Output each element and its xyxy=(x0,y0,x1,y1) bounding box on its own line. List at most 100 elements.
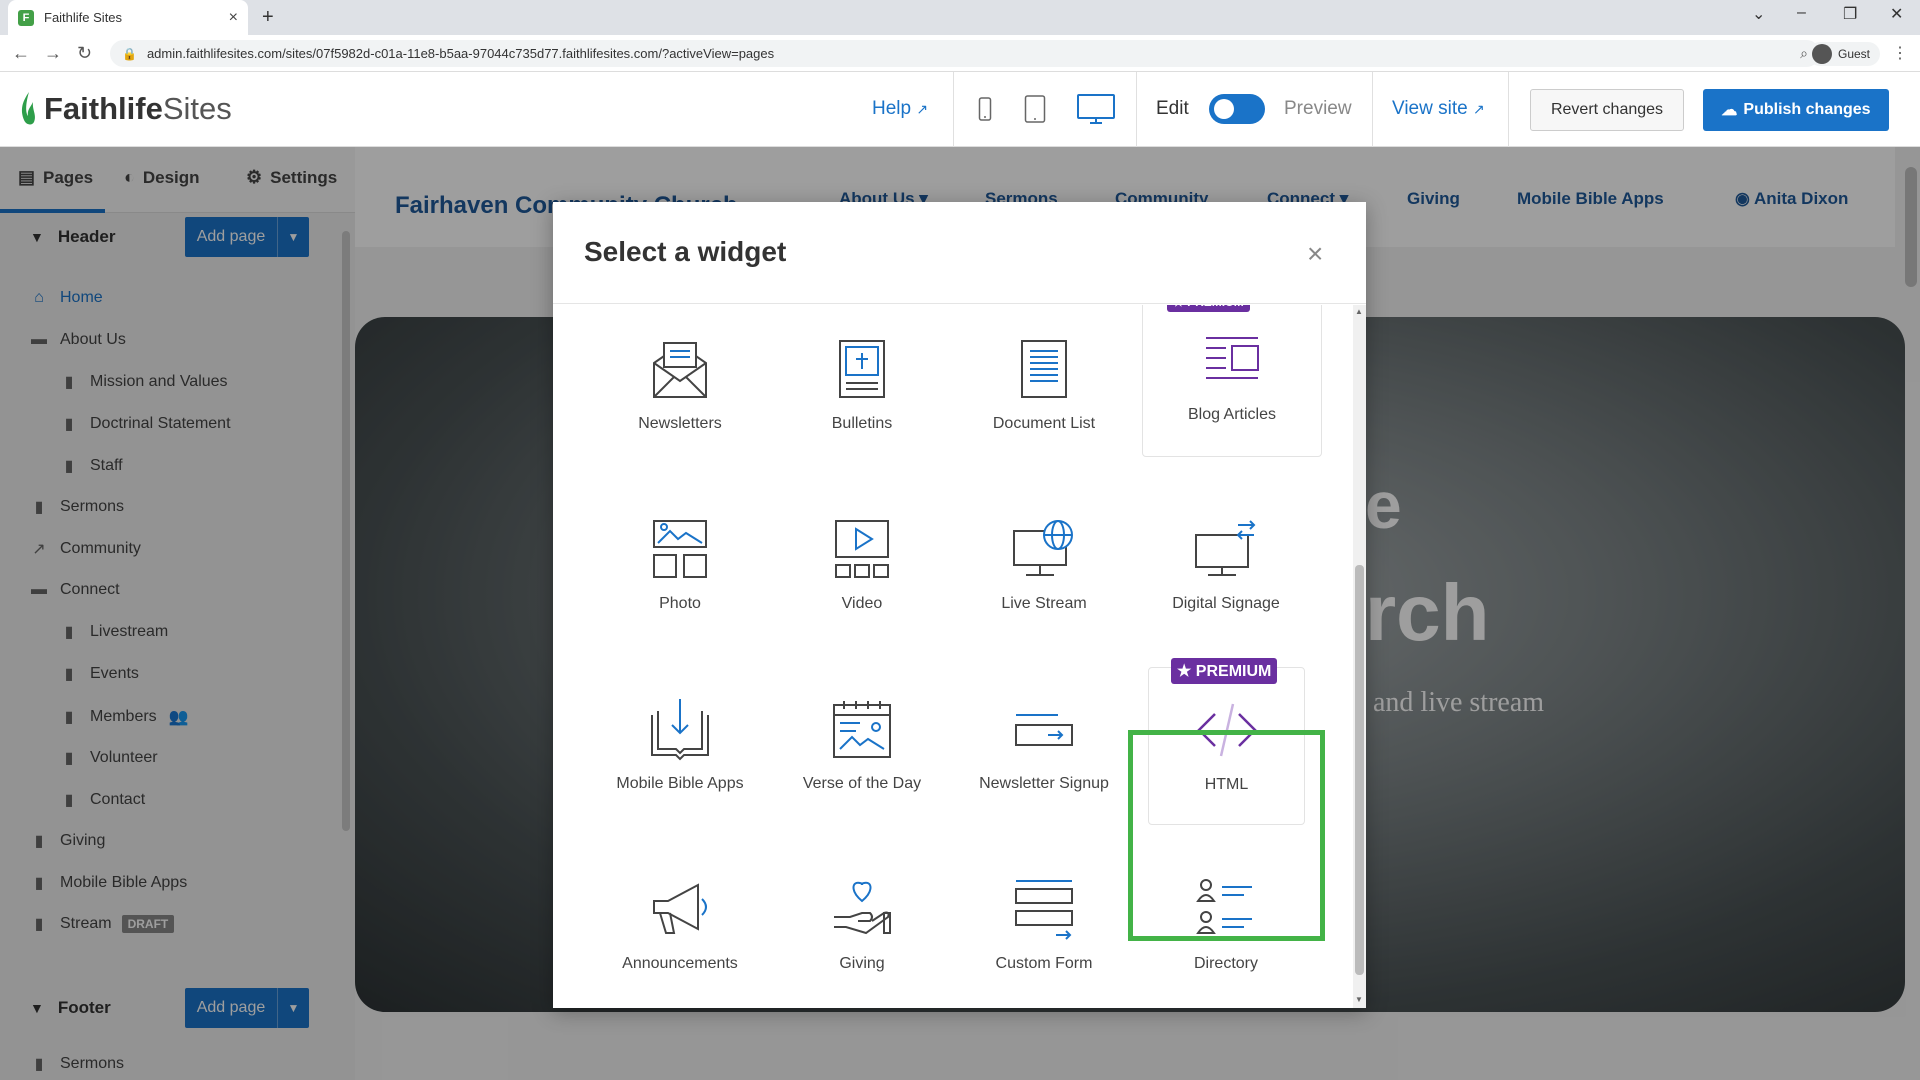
live-stream-icon xyxy=(1013,520,1073,576)
scroll-thumb[interactable] xyxy=(1355,565,1364,975)
widget-label: Directory xyxy=(1193,955,1258,972)
blog-icon xyxy=(1206,337,1259,379)
tab-close-icon[interactable]: × xyxy=(229,9,238,27)
divider xyxy=(1136,72,1137,147)
widget-custom-form[interactable]: Custom Form xyxy=(954,847,1134,997)
scroll-down-icon[interactable]: ▼ xyxy=(1355,995,1363,1004)
widget-photo[interactable]: Photo xyxy=(590,487,770,637)
widget-label: Digital Signage xyxy=(1172,595,1280,612)
address-bar: ← → ↻ 🔒 admin.faithlifesites.com/sites/0… xyxy=(0,35,1920,72)
view-site-label: View site xyxy=(1392,98,1468,119)
window-close-button[interactable]: ✕ xyxy=(1890,4,1903,24)
widget-newsletters[interactable]: Newsletters xyxy=(590,307,770,457)
widget-announcements[interactable]: Announcements xyxy=(590,847,770,997)
widget-label: Custom Form xyxy=(995,955,1093,972)
help-link[interactable]: Help ↗ xyxy=(872,98,928,120)
widget-label: Bulletins xyxy=(831,415,893,432)
widget-label: Photo xyxy=(659,595,701,612)
widget-giving[interactable]: Giving xyxy=(772,847,952,997)
widget-blog-articles[interactable]: ★ PREMIUM Blog Articles xyxy=(1142,305,1322,457)
faithlife-sites-logo[interactable]: Faithlife Sites xyxy=(18,90,232,128)
widget-label: Newsletters xyxy=(638,415,722,432)
url-text: admin.faithlifesites.com/sites/07f5982d-… xyxy=(146,46,775,61)
cloud-upload-icon: ☁ xyxy=(1721,102,1738,119)
bible-download-icon xyxy=(651,699,709,761)
toggle-knob xyxy=(1214,99,1234,119)
widget-label: Document List xyxy=(992,415,1096,432)
publish-label: Publish changes xyxy=(1743,101,1871,118)
view-site-link[interactable]: View site ↗ xyxy=(1392,98,1485,120)
browser-tab[interactable]: F Faithlife Sites × xyxy=(8,0,248,35)
forward-button[interactable]: → xyxy=(44,43,62,64)
divider xyxy=(1508,72,1509,147)
megaphone-icon xyxy=(653,883,707,934)
divider xyxy=(953,72,954,147)
reload-button[interactable]: ↻ xyxy=(77,43,92,64)
widget-document-list[interactable]: Document List xyxy=(954,307,1134,457)
bulletin-icon xyxy=(839,340,885,398)
select-widget-dialog: Select a widget × ★ PREMIUM Blog Article… xyxy=(553,202,1366,1008)
flame-logo-icon xyxy=(21,92,35,125)
minimize-button[interactable]: – xyxy=(1797,4,1806,22)
widget-video[interactable]: Video xyxy=(772,487,952,637)
help-label: Help xyxy=(872,98,912,119)
widget-label: Video xyxy=(841,595,883,612)
widget-verse-of-the-day[interactable]: Verse of the Day xyxy=(772,667,952,817)
edit-preview-toggle[interactable] xyxy=(1209,94,1265,124)
giving-icon xyxy=(834,881,891,935)
url-input[interactable]: 🔒 admin.faithlifesites.com/sites/07f5982… xyxy=(110,40,1820,67)
logo-text-light: Sites xyxy=(162,91,232,126)
faithlife-favicon-icon: F xyxy=(18,9,34,26)
dialog-title: Select a widget xyxy=(584,236,787,267)
widget-label: Newsletter Signup xyxy=(979,775,1109,792)
document-list-icon xyxy=(1021,340,1067,398)
video-icon xyxy=(835,520,889,578)
profile-label: Guest xyxy=(1838,47,1871,61)
scroll-up-icon[interactable]: ▲ xyxy=(1355,307,1363,316)
app-header: Faithlife Sites Help ↗ Edit Preview View… xyxy=(0,72,1920,147)
revert-changes-button[interactable]: Revert changes xyxy=(1530,89,1684,131)
divider xyxy=(1372,72,1373,147)
logo-text-bold: Faithlife xyxy=(44,91,163,126)
form-icon xyxy=(1015,880,1073,940)
edit-label: Edit xyxy=(1156,98,1189,119)
external-link-icon: ↗ xyxy=(1472,101,1485,117)
maximize-button[interactable]: ❐ xyxy=(1843,4,1857,24)
browser-menu-icon[interactable]: ⋮ xyxy=(1892,43,1908,63)
envelope-icon xyxy=(653,342,707,398)
widget-bulletins[interactable]: Bulletins xyxy=(772,307,952,457)
widget-live-stream[interactable]: Live Stream xyxy=(954,487,1134,637)
zoom-icon[interactable]: ⌕ xyxy=(1800,45,1808,62)
avatar-icon xyxy=(1812,44,1832,64)
dialog-scrollbar[interactable]: ▲ ▼ xyxy=(1353,305,1366,1008)
phone-view-icon[interactable] xyxy=(978,92,992,126)
widget-newsletter-signup[interactable]: Newsletter Signup xyxy=(954,667,1134,817)
tab-search-icon[interactable]: ⌄ xyxy=(1752,4,1765,24)
close-icon[interactable]: × xyxy=(1307,238,1323,270)
widget-label: Live Stream xyxy=(1001,595,1087,612)
preview-label: Preview xyxy=(1284,98,1352,119)
profile-button[interactable]: Guest xyxy=(1808,42,1881,66)
browser-tabstrip: F Faithlife Sites × + ⌄ – ❐ ✕ xyxy=(0,0,1920,35)
html-widget-highlight xyxy=(1128,730,1325,941)
tablet-view-icon[interactable] xyxy=(1024,92,1046,126)
widget-label: Mobile Bible Apps xyxy=(616,775,744,792)
widget-label: Announcements xyxy=(622,955,738,972)
premium-badge: ★ PREMIUM xyxy=(1167,305,1250,312)
signup-icon xyxy=(1015,714,1073,746)
publish-changes-button[interactable]: ☁ Publish changes xyxy=(1703,89,1889,131)
widget-digital-signage[interactable]: Digital Signage xyxy=(1136,487,1316,637)
widget-label: Blog Articles xyxy=(1187,406,1277,423)
back-button[interactable]: ← xyxy=(12,43,30,64)
new-tab-button[interactable]: + xyxy=(262,6,274,29)
desktop-view-icon[interactable] xyxy=(1076,92,1116,126)
tab-title: Faithlife Sites xyxy=(44,10,123,25)
dialog-header: Select a widget × xyxy=(553,202,1366,304)
calendar-verse-icon xyxy=(833,701,891,758)
widget-grid: ★ PREMIUM Blog Articles Newsletters Bull… xyxy=(553,305,1353,1008)
external-link-icon: ↗ xyxy=(916,101,929,117)
widget-mobile-bible-apps[interactable]: Mobile Bible Apps xyxy=(590,667,770,817)
photo-icon xyxy=(653,520,707,578)
premium-badge: ★ PREMIUM xyxy=(1171,658,1278,684)
widget-label: Verse of the Day xyxy=(802,775,922,792)
